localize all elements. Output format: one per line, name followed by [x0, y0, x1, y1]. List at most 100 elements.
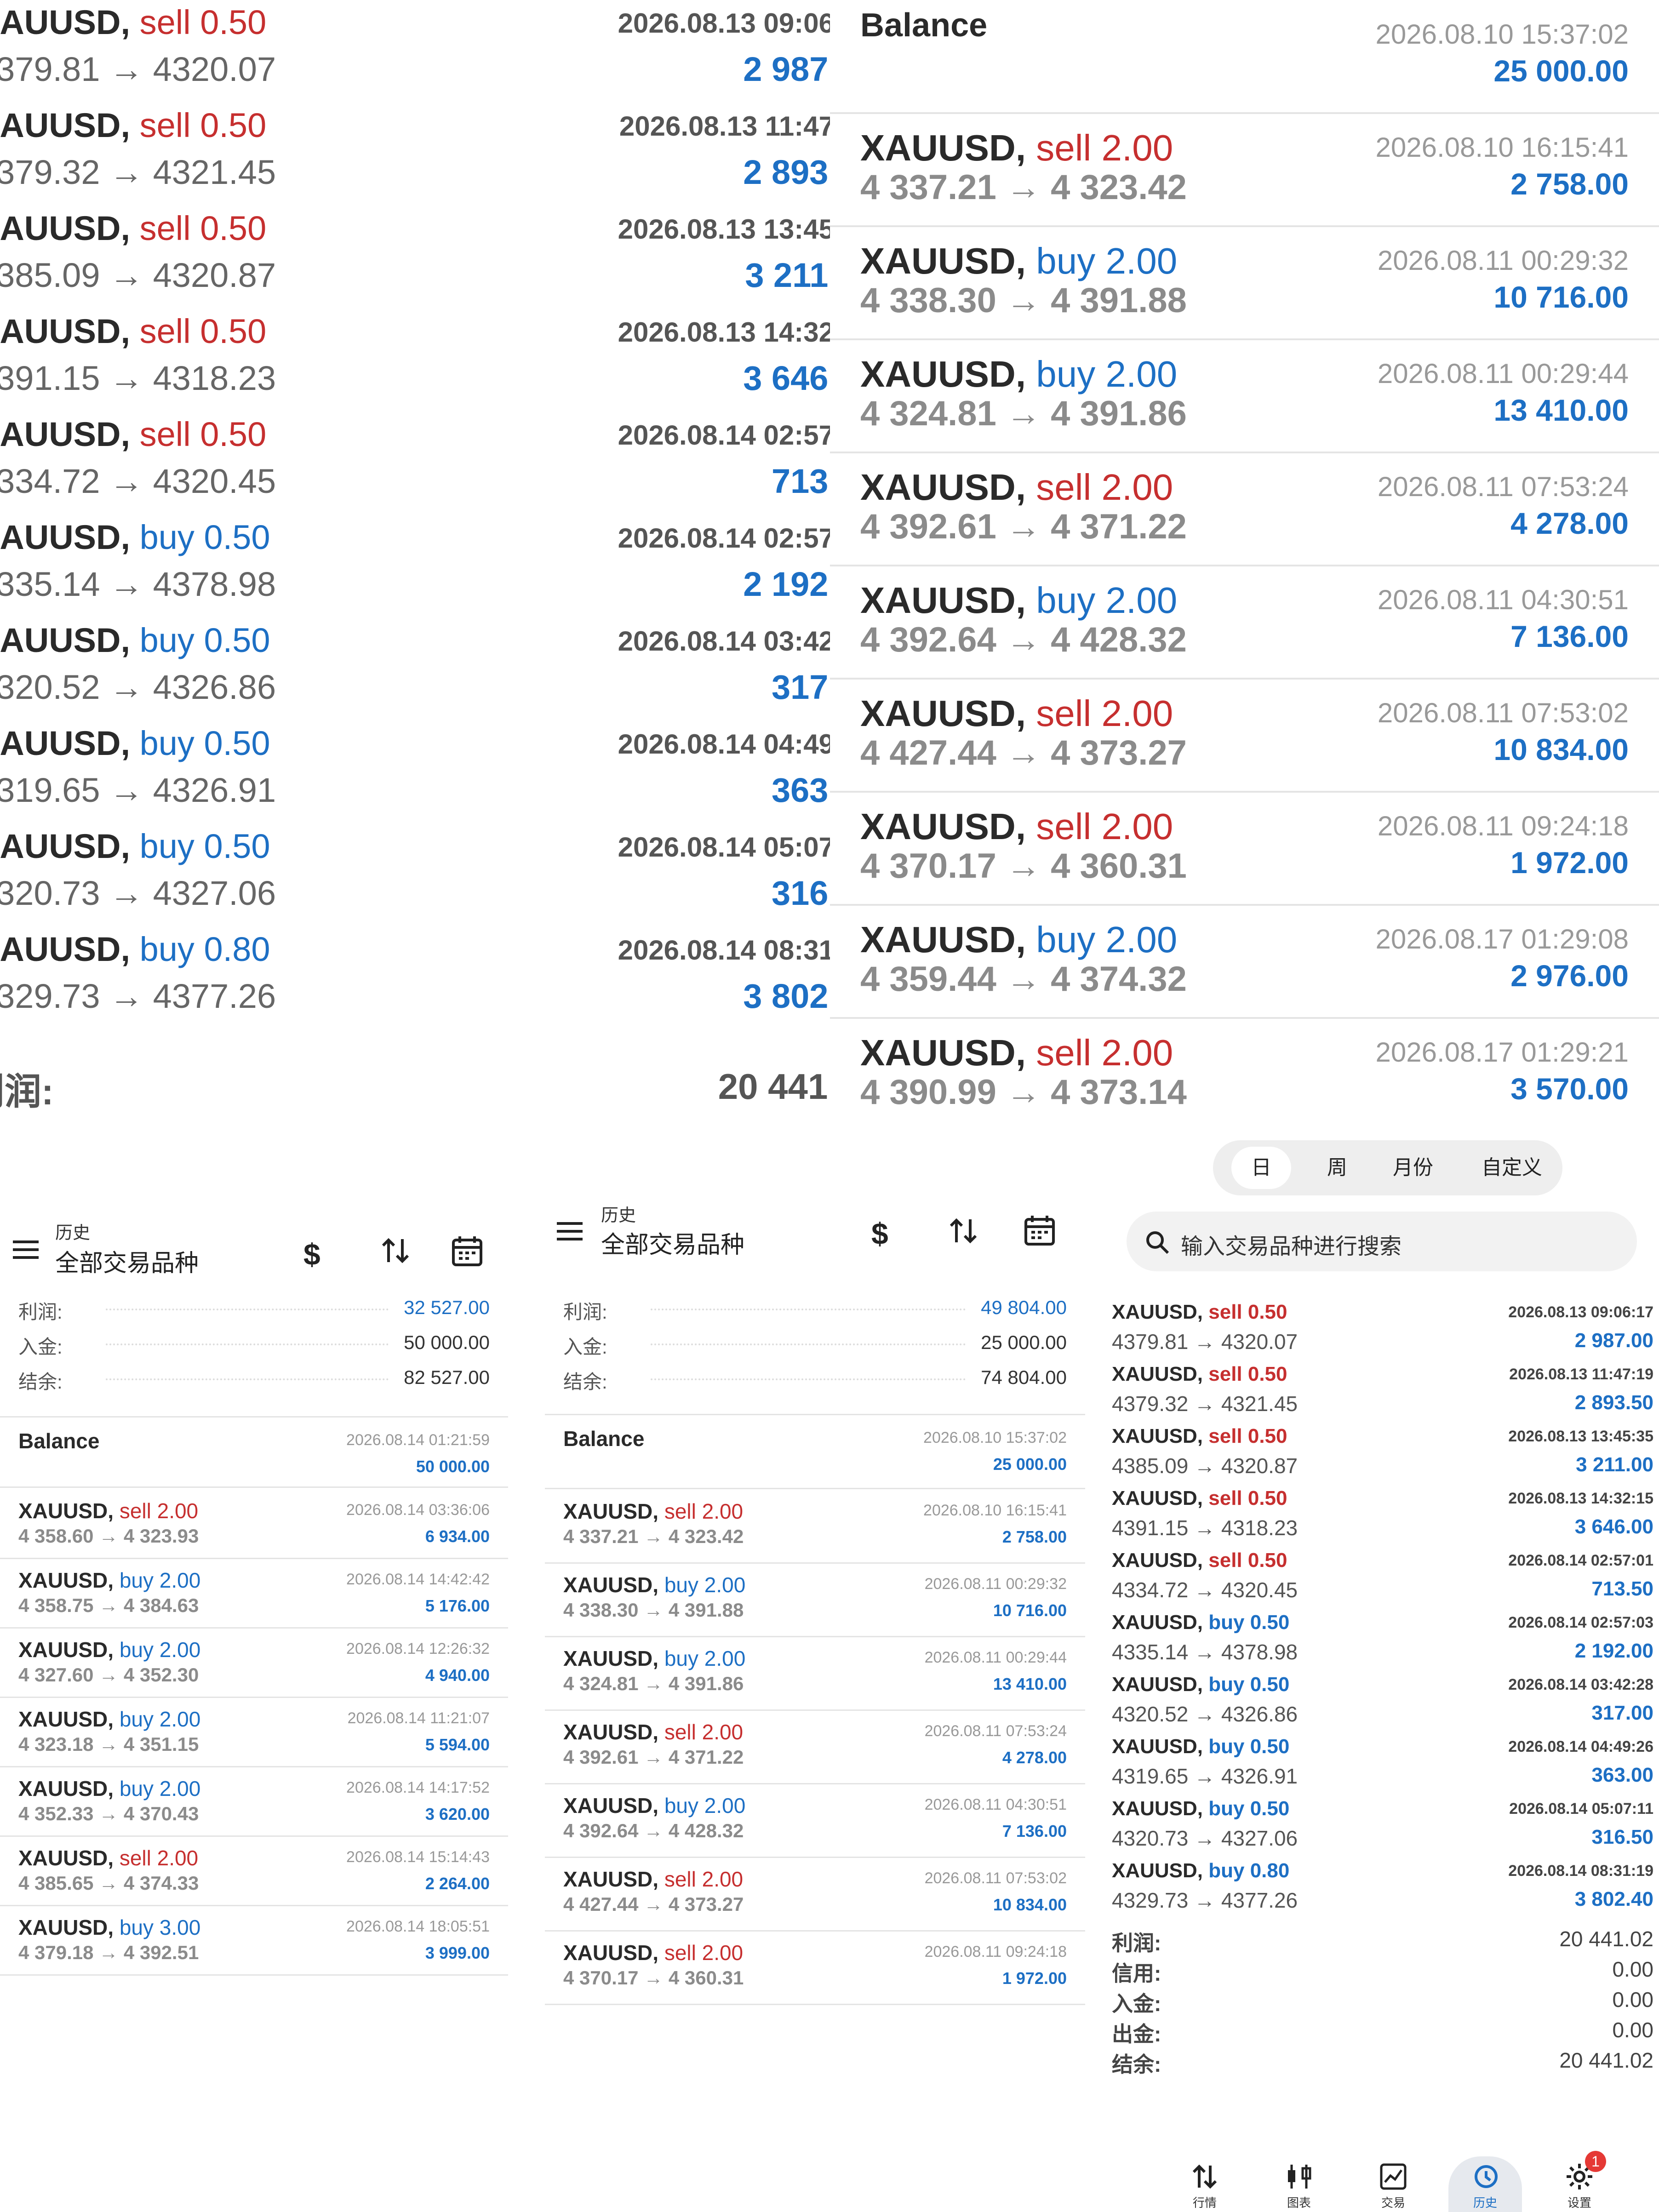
deal-row[interactable]: XAUUSD, buy 2.00 4 359.44 → 4 374.32 2026.… [830, 905, 1659, 1019]
deal-row[interactable]: XAUUSD, sell 0.50 4379.81 → 4320.07 2026.0… [1108, 1299, 1659, 1361]
deal-row[interactable]: XAUUSD, buy 0.50 4320.52 → 4326.86 2026.08… [0, 618, 832, 721]
deal-row[interactable]: XAUUSD, sell 2.00 4 390.99 → 4 373.14 2026… [830, 1018, 1659, 1108]
total-profit-value: 20 441. [718, 1066, 832, 1107]
deal-row[interactable]: XAUUSD, sell 2.00 4 427.44 → 4 373.27 2026… [545, 1857, 1085, 1932]
deal-datetime: 2026.08.11 07:53:02 [1377, 697, 1629, 728]
deal-datetime: 2026.08.14 04:49 [618, 729, 832, 760]
deal-row[interactable]: XAUUSD, buy 3.00 4 379.18 → 4 392.51 2026.… [0, 1905, 508, 1976]
deal-profit: 2 758.00 [1002, 1527, 1067, 1546]
deal-row[interactable]: XAUUSD, buy 2.00 4 323.18 → 4 351.15 2026.… [0, 1697, 508, 1767]
deal-title: XAUUSD, buy 0.80 [1112, 1859, 1289, 1882]
deal-row[interactable]: XAUUSD, buy 2.00 4 324.81 → 4 391.86 2026.… [545, 1636, 1085, 1711]
deal-datetime: 2026.08.11 09:24:18 [1377, 811, 1629, 841]
deal-row[interactable]: XAUUSD, sell 2.00 4 370.17 → 4 360.31 2026… [830, 792, 1659, 906]
deal-profit: 363. [771, 771, 832, 809]
deal-symbol: XAUUSD, [1112, 1549, 1209, 1572]
tab-2[interactable]: 月份 [1383, 1147, 1443, 1189]
deal-row[interactable]: XAUUSD, sell 0.50 4379.32 → 4321.45 2026.0… [1108, 1361, 1659, 1423]
total-profit-row: 利润: 20 441. [0, 1057, 832, 1113]
sort-arrows-icon[interactable] [379, 1235, 412, 1269]
deal-row[interactable]: XAUUSD, buy 2.00 4 338.30 → 4 391.88 2026.… [830, 226, 1659, 340]
tab-0[interactable]: 日 [1231, 1147, 1291, 1189]
deal-row[interactable]: XAUUSD, buy 2.00 4 327.60 → 4 352.30 2026.… [0, 1627, 508, 1698]
deal-row[interactable]: XAUUSD, buy 2.00 4 338.30 → 4 391.88 2026.… [545, 1562, 1085, 1637]
deal-row[interactable]: XAUUSD, sell 0.50 4385.09 → 4320.87 2026.0… [1108, 1423, 1659, 1485]
deal-row[interactable]: XAUUSD, sell 0.50 4391.15 → 4318.23 2026.0… [0, 309, 832, 412]
tab-1[interactable]: 周 [1307, 1147, 1367, 1189]
deal-row[interactable]: XAUUSD, sell 2.00 4 392.61 → 4 371.22 2026… [830, 452, 1659, 566]
balance-row[interactable]: Balance 2026.08.14 01:21:59 50 000.00 [0, 1418, 508, 1488]
deal-row[interactable]: XAUUSD, buy 0.80 4329.73 → 4377.26 2026.08… [1108, 1858, 1659, 1920]
calendar-icon[interactable] [1023, 1214, 1056, 1249]
deal-row[interactable]: XAUUSD, sell 0.50 4334.72 → 4320.45 2026.0… [0, 412, 832, 515]
deal-title: XAUUSD, buy 2.00 [860, 579, 1177, 622]
currency-sort-icon[interactable]: $ [303, 1237, 320, 1272]
deal-profit: 5 594.00 [425, 1735, 490, 1754]
deal-row[interactable]: XAUUSD, sell 2.00 4 427.44 → 4 373.27 2026… [830, 679, 1659, 793]
sort-arrows-icon[interactable] [947, 1215, 979, 1249]
deal-row[interactable]: XAUUSD, buy 0.80 4329.73 → 4377.26 2026.08… [0, 927, 832, 1030]
deal-row[interactable]: XAUUSD, buy 0.50 4320.52 → 4326.86 2026.08… [1108, 1671, 1659, 1733]
deal-row[interactable]: XAUUSD, sell 2.00 4 392.61 → 4 371.22 2026… [545, 1709, 1085, 1784]
deal-row[interactable]: XAUUSD, buy 0.50 4335.14 → 4378.98 2026.08… [0, 515, 832, 618]
deal-row[interactable]: XAUUSD, buy 2.00 4 392.64 → 4 428.32 2026.… [545, 1783, 1085, 1858]
summary-divider [545, 1414, 1085, 1415]
deal-row[interactable]: XAUUSD, buy 0.50 4320.73 → 4327.06 2026.08… [0, 824, 832, 927]
deal-row[interactable]: XAUUSD, buy 0.50 4319.65 → 4326.91 2026.08… [0, 721, 832, 824]
deal-profit: 363.00 [1591, 1764, 1653, 1786]
deal-row[interactable]: XAUUSD, sell 2.00 4 370.17 → 4 360.31 2026… [545, 1930, 1085, 2005]
currency-sort-icon[interactable]: $ [871, 1216, 888, 1251]
deal-row[interactable]: XAUUSD, buy 2.00 4 352.33 → 4 370.43 2026.… [0, 1766, 508, 1837]
calendar-icon[interactable] [451, 1235, 484, 1270]
deal-title: XAUUSD, sell 2.00 [860, 692, 1173, 735]
deal-row[interactable]: XAUUSD, buy 2.00 4 358.75 → 4 384.63 2026.… [0, 1558, 508, 1629]
deal-side: buy 2.00 [664, 1573, 746, 1597]
deal-row[interactable]: XAUUSD, sell 0.50 4379.32 → 4321.45 2026.0… [0, 103, 832, 206]
deal-row[interactable]: XAUUSD, buy 0.50 4319.65 → 4326.91 2026.08… [1108, 1733, 1659, 1795]
deal-row[interactable]: XAUUSD, buy 0.50 4320.73 → 4327.06 2026.08… [1108, 1795, 1659, 1858]
deal-prices: 4 385.65 → 4 374.33 [18, 1872, 199, 1894]
nav-item-设置[interactable]: 设置 1 [1543, 2151, 1616, 2212]
deal-row[interactable]: XAUUSD, sell 2.00 4 337.21 → 4 323.42 2026… [830, 113, 1659, 227]
balance-row[interactable]: Balance 2026.08.10 15:37:02 25 000.00 [545, 1416, 1085, 1489]
nav-item-图表[interactable]: 图表 [1262, 2156, 1336, 2212]
menu-icon[interactable] [557, 1222, 583, 1240]
deal-row[interactable]: XAUUSD, sell 0.50 4379.81 → 4320.07 2026.0… [0, 0, 832, 103]
deal-row[interactable]: XAUUSD, sell 0.50 4334.72 → 4320.45 2026.0… [1108, 1547, 1659, 1609]
deal-row[interactable]: XAUUSD, sell 2.00 4 337.21 → 4 323.42 2026… [545, 1489, 1085, 1564]
balance-row[interactable]: Balance 2026.08.10 15:37:02 25 000.00 [830, 0, 1659, 114]
total-label: 结余: [1112, 2052, 1161, 2076]
deal-profit: 2 893. [743, 153, 832, 191]
deal-profit: 2 192. [743, 565, 832, 603]
nav-item-行情[interactable]: 行情 [1168, 2156, 1241, 2212]
deal-title: XAUUSD, buy 2.00 [563, 1793, 745, 1818]
deal-row[interactable]: XAUUSD, sell 0.50 4391.15 → 4318.23 2026.0… [1108, 1485, 1659, 1547]
deal-row[interactable]: XAUUSD, sell 0.50 4385.09 → 4320.87 2026.0… [0, 206, 832, 309]
nav-item-交易[interactable]: 交易 [1356, 2156, 1430, 2212]
nav-item-历史[interactable]: 历史 [1448, 2156, 1522, 2212]
deal-title: XAUUSD, sell 2.00 [860, 127, 1173, 169]
balance-value: 25 000.00 [993, 1455, 1067, 1474]
deal-row[interactable]: XAUUSD, buy 0.50 4335.14 → 4378.98 2026.08… [1108, 1609, 1659, 1671]
deal-symbol: XAUUSD, [563, 1646, 664, 1670]
deal-datetime: 2026.08.10 16:15:41 [1375, 132, 1629, 163]
deal-prices: 4 379.18 → 4 392.51 [18, 1942, 199, 1963]
tab-3[interactable]: 自定义 [1473, 1147, 1551, 1189]
deal-side: sell 0.50 [139, 209, 267, 247]
deal-row[interactable]: XAUUSD, buy 2.00 4 324.81 → 4 391.86 2026.… [830, 339, 1659, 453]
deal-row[interactable]: XAUUSD, sell 2.00 4 358.60 → 4 323.93 2026… [0, 1488, 508, 1559]
deal-profit: 316. [771, 874, 832, 912]
deal-prices: 4391.15 → 4318.23 [1112, 1516, 1298, 1540]
search-bar[interactable]: 输入交易品种进行搜索 [1127, 1212, 1637, 1271]
deal-title: XAUUSD, sell 0.50 [0, 415, 266, 454]
summary-divider [0, 1416, 508, 1418]
deal-profit: 10 716.00 [993, 1601, 1067, 1620]
deal-side: sell 2.00 [1036, 127, 1173, 168]
deal-title: XAUUSD, sell 2.00 [563, 1940, 743, 1965]
deal-row[interactable]: XAUUSD, sell 2.00 4 385.65 → 4 374.33 2026… [0, 1835, 508, 1906]
deal-title: XAUUSD, sell 2.00 [18, 1498, 198, 1523]
deal-row[interactable]: XAUUSD, buy 2.00 4 392.64 → 4 428.32 2026.… [830, 566, 1659, 680]
menu-icon[interactable] [13, 1240, 39, 1259]
deal-title: XAUUSD, buy 0.50 [0, 621, 270, 660]
deal-profit: 10 834.00 [993, 1895, 1067, 1914]
